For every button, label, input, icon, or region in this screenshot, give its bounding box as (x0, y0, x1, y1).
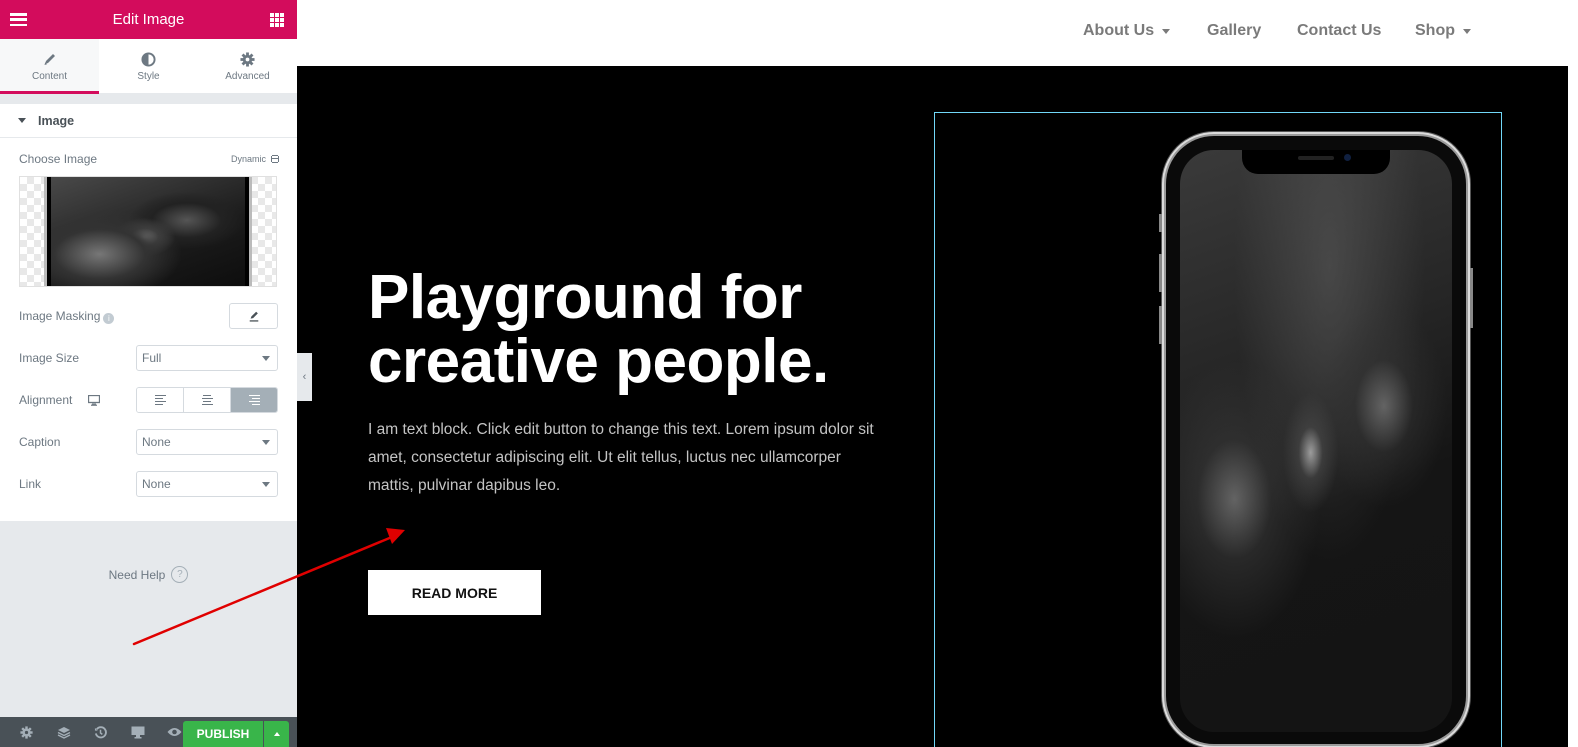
panel-tabs: Content Style Advanced (0, 39, 297, 94)
chevron-down-icon (262, 439, 270, 445)
chevron-down-icon (262, 481, 270, 487)
nav-about-us-label: About Us (1083, 22, 1155, 39)
publish-options-button[interactable] (264, 721, 289, 747)
database-icon (271, 155, 279, 163)
read-more-button[interactable]: READ MORE (368, 570, 541, 615)
gear-icon (240, 50, 255, 68)
nav-contact-us-label: Contact Us (1297, 22, 1382, 39)
tab-style[interactable]: Style (99, 39, 198, 93)
question-circle-icon: ? (171, 566, 189, 583)
nav-shop[interactable]: Shop (1415, 22, 1471, 40)
collapse-panel-button[interactable]: ‹ (297, 353, 312, 401)
caret-up-icon (273, 732, 280, 736)
publish-button[interactable]: PUBLISH (183, 721, 263, 747)
caption-value: None (142, 435, 171, 449)
nav-gallery-label: Gallery (1207, 22, 1262, 39)
responsive-desktop-icon[interactable] (119, 717, 156, 747)
nav-gallery[interactable]: Gallery (1207, 22, 1261, 40)
settings-icon[interactable] (8, 717, 45, 747)
widgets-grid-icon[interactable] (270, 13, 284, 27)
headline-line-1: Playground for (368, 263, 802, 332)
align-left-icon (154, 395, 166, 405)
chevron-down-icon (262, 355, 270, 361)
pencil-icon (43, 50, 57, 68)
hero-headline[interactable]: Playground for creative people. (368, 266, 829, 394)
section-title: Image (38, 113, 75, 128)
tab-style-label: Style (137, 71, 160, 82)
link-label: Link (19, 477, 42, 491)
site-preview: About Us Gallery Contact Us Shop Playgro… (297, 0, 1568, 747)
dynamic-label: Dynamic (230, 154, 266, 164)
image-size-select[interactable]: Full (136, 345, 278, 371)
image-size-value: Full (142, 351, 162, 365)
nav-contact-us[interactable]: Contact Us (1297, 22, 1381, 40)
panel-title: Edit Image (112, 11, 185, 28)
menu-hamburger-icon[interactable] (10, 13, 27, 26)
need-help-label: Need Help (108, 567, 166, 582)
tab-advanced[interactable]: Advanced (198, 39, 297, 93)
link-value: None (142, 477, 171, 491)
site-navigation: About Us Gallery Contact Us Shop (297, 0, 1568, 66)
phone-screen-photo (1180, 150, 1452, 732)
panel-header: Edit Image (0, 0, 297, 39)
link-select[interactable]: None (136, 471, 278, 497)
navigator-layers-icon[interactable] (45, 717, 82, 747)
section-toggle-image[interactable]: Image (0, 104, 297, 138)
nav-shop-label: Shop (1415, 22, 1455, 39)
image-size-label: Image Size (19, 351, 80, 365)
image-chooser-preview[interactable] (19, 176, 277, 287)
choose-image-label: Choose Image (19, 152, 98, 166)
image-thumbnail (44, 177, 252, 286)
headline-line-2: creative people. (368, 327, 829, 396)
image-masking-label: Image Masking i (19, 309, 115, 324)
desktop-responsive-icon[interactable] (87, 395, 100, 406)
tab-advanced-label: Advanced (225, 71, 270, 82)
caret-down-icon (18, 118, 26, 123)
caret-down-icon (1162, 28, 1171, 34)
align-center-button[interactable] (184, 388, 231, 412)
align-right-icon (248, 395, 260, 405)
editor-panel: Edit Image Content Style Advanced Image … (0, 0, 297, 747)
hero-text-block[interactable]: I am text block. Click edit button to ch… (368, 416, 888, 500)
phone-notch (1242, 150, 1390, 174)
history-icon[interactable] (82, 717, 119, 747)
image-masking-edit-button[interactable] (229, 303, 278, 329)
align-right-button[interactable] (231, 388, 277, 412)
alignment-label: Alignment (19, 393, 100, 407)
align-left-button[interactable] (137, 388, 184, 412)
panel-footer: PUBLISH (0, 717, 297, 747)
hero-section: Playground for creative people. I am tex… (297, 66, 1568, 747)
tab-content-label: Content (31, 71, 68, 82)
alignment-choices (136, 387, 278, 413)
pencil-icon (249, 311, 258, 322)
half-circle-icon (141, 50, 156, 68)
info-icon: i (103, 312, 115, 324)
caret-down-icon (1463, 28, 1471, 34)
phone-mockup-image (1159, 136, 1473, 744)
align-center-icon (201, 395, 213, 405)
tab-content[interactable]: Content (0, 39, 99, 94)
caption-label: Caption (19, 435, 61, 449)
dynamic-tags-button[interactable]: Dynamic (230, 154, 279, 164)
caption-select[interactable]: None (136, 429, 278, 455)
controls-section: Image Choose Image Dynamic Image Masking… (0, 104, 297, 521)
chevron-left-icon: ‹ (302, 371, 307, 383)
need-help-link[interactable]: Need Help ? (0, 566, 297, 583)
nav-about-us[interactable]: About Us (1083, 22, 1171, 40)
